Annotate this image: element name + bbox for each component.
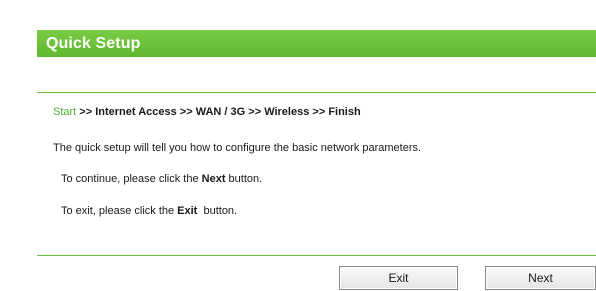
step-separator: >> bbox=[309, 106, 329, 118]
exit-suffix: button. bbox=[197, 205, 238, 217]
continue-keyword: Next bbox=[201, 173, 226, 185]
step-wireless: Wireless bbox=[264, 106, 310, 118]
exit-keyword: Exit bbox=[177, 205, 198, 217]
step-start: Start bbox=[53, 106, 77, 118]
continue-prefix: To continue, please click the bbox=[61, 173, 202, 185]
step-wan-3g: WAN / 3G bbox=[195, 106, 246, 118]
continue-suffix: button. bbox=[225, 173, 263, 185]
intro-text: The quick setup will tell you how to con… bbox=[53, 142, 422, 154]
exit-prefix: To exit, please click the bbox=[61, 205, 178, 217]
exit-button[interactable]: Exit bbox=[339, 266, 458, 290]
page-title: Quick Setup bbox=[46, 35, 141, 52]
step-finish: Finish bbox=[328, 106, 361, 118]
step-separator: >> bbox=[176, 106, 196, 118]
step-separator: >> bbox=[245, 106, 265, 118]
step-internet-access: Internet Access bbox=[95, 106, 177, 118]
setup-steps-breadcrumb: Start >> Internet Access >> WAN / 3G >> … bbox=[53, 105, 361, 119]
exit-instruction: To exit, please click the Exit button. bbox=[61, 204, 237, 218]
step-separator: >> bbox=[76, 106, 96, 118]
header-bar: Quick Setup bbox=[37, 30, 596, 57]
quick-setup-panel: Quick Setup Start >> Internet Access >> … bbox=[37, 30, 596, 291]
next-button[interactable]: Next bbox=[485, 266, 596, 290]
top-divider bbox=[37, 92, 596, 93]
continue-instruction: To continue, please click the Next butto… bbox=[61, 172, 262, 186]
bottom-divider bbox=[37, 255, 596, 256]
